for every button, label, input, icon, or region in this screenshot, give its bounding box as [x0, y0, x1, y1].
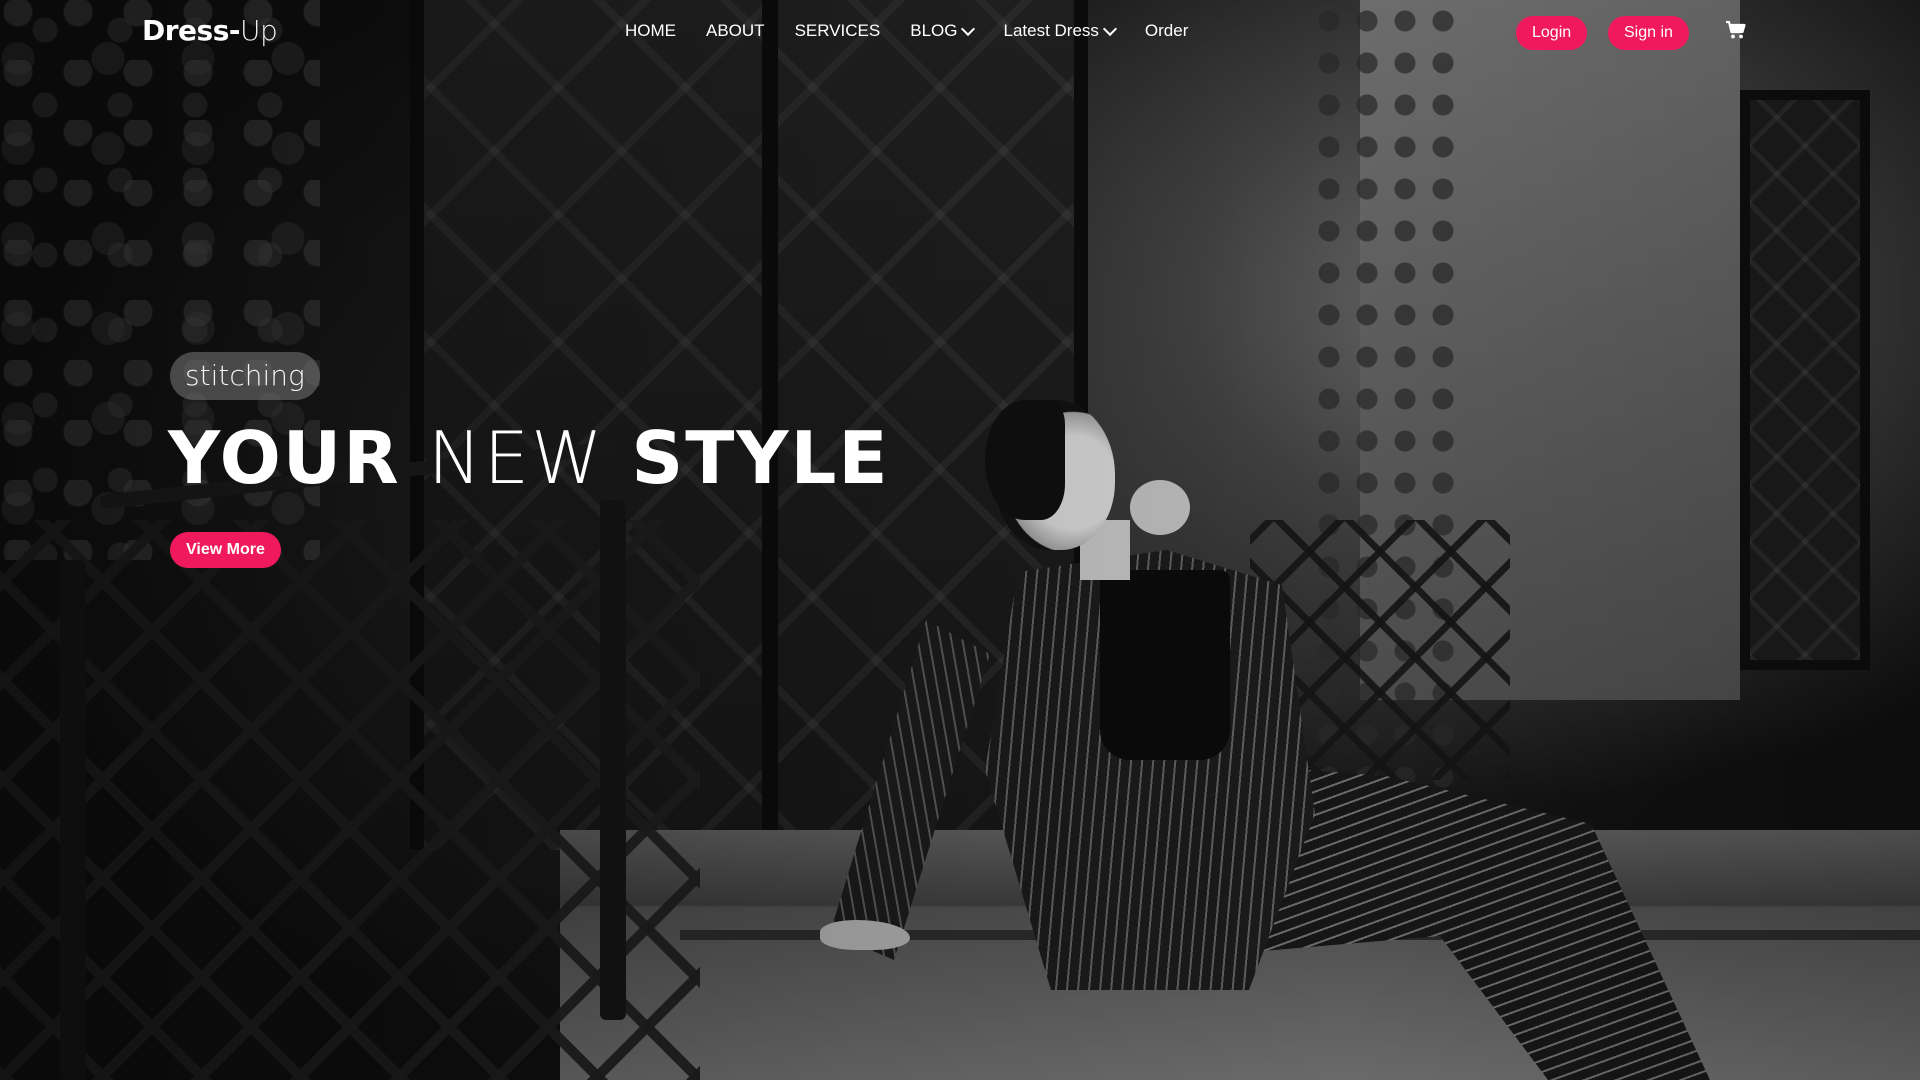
headline-word: NEW: [427, 416, 605, 500]
nav-item-label: SERVICES: [794, 21, 881, 40]
nav-item-label: HOME: [625, 21, 676, 40]
chevron-down-icon: [961, 21, 976, 37]
nav-item-order[interactable]: Order: [1145, 21, 1188, 41]
cart-icon[interactable]: [1725, 20, 1747, 40]
headline-word: YOUR: [168, 416, 401, 500]
login-button[interactable]: Login: [1516, 16, 1588, 50]
view-more-button[interactable]: View More: [170, 532, 281, 568]
nav-item-services[interactable]: SERVICES: [795, 21, 881, 41]
nav-item-blog[interactable]: BLOG: [910, 21, 976, 41]
hero-section: Dress-Up HOME ABOUT SERVICES BLOG Latest…: [0, 0, 1920, 1080]
brand-logo-part2: Up: [240, 14, 278, 47]
nav-item-home[interactable]: HOME: [625, 21, 676, 41]
headline-word: STYLE: [631, 416, 890, 500]
nav-menu: HOME ABOUT SERVICES BLOG Latest Dress Or…: [625, 21, 1218, 41]
nav-item-label: ABOUT: [706, 21, 765, 40]
photo-overlay: [0, 0, 1920, 1080]
nav-item-about[interactable]: ABOUT: [706, 21, 765, 41]
nav-item-label: Latest Dress: [1003, 21, 1099, 40]
chevron-down-icon: [1102, 21, 1117, 37]
hero-headline: YOUR NEW STYLE: [168, 408, 890, 508]
hero-background-photo: [0, 0, 1920, 1080]
sign-in-button[interactable]: Sign in: [1608, 16, 1689, 50]
hero-tagline: stitching: [170, 352, 320, 400]
brand-logo-part1: Dress-: [142, 14, 241, 47]
nav-item-label: BLOG: [910, 21, 958, 40]
nav-item-latest-dress[interactable]: Latest Dress: [1003, 21, 1117, 41]
top-navbar: Dress-Up HOME ABOUT SERVICES BLOG Latest…: [0, 0, 1920, 66]
nav-item-label: Order: [1144, 21, 1189, 40]
brand-logo[interactable]: Dress-Up: [142, 14, 278, 47]
